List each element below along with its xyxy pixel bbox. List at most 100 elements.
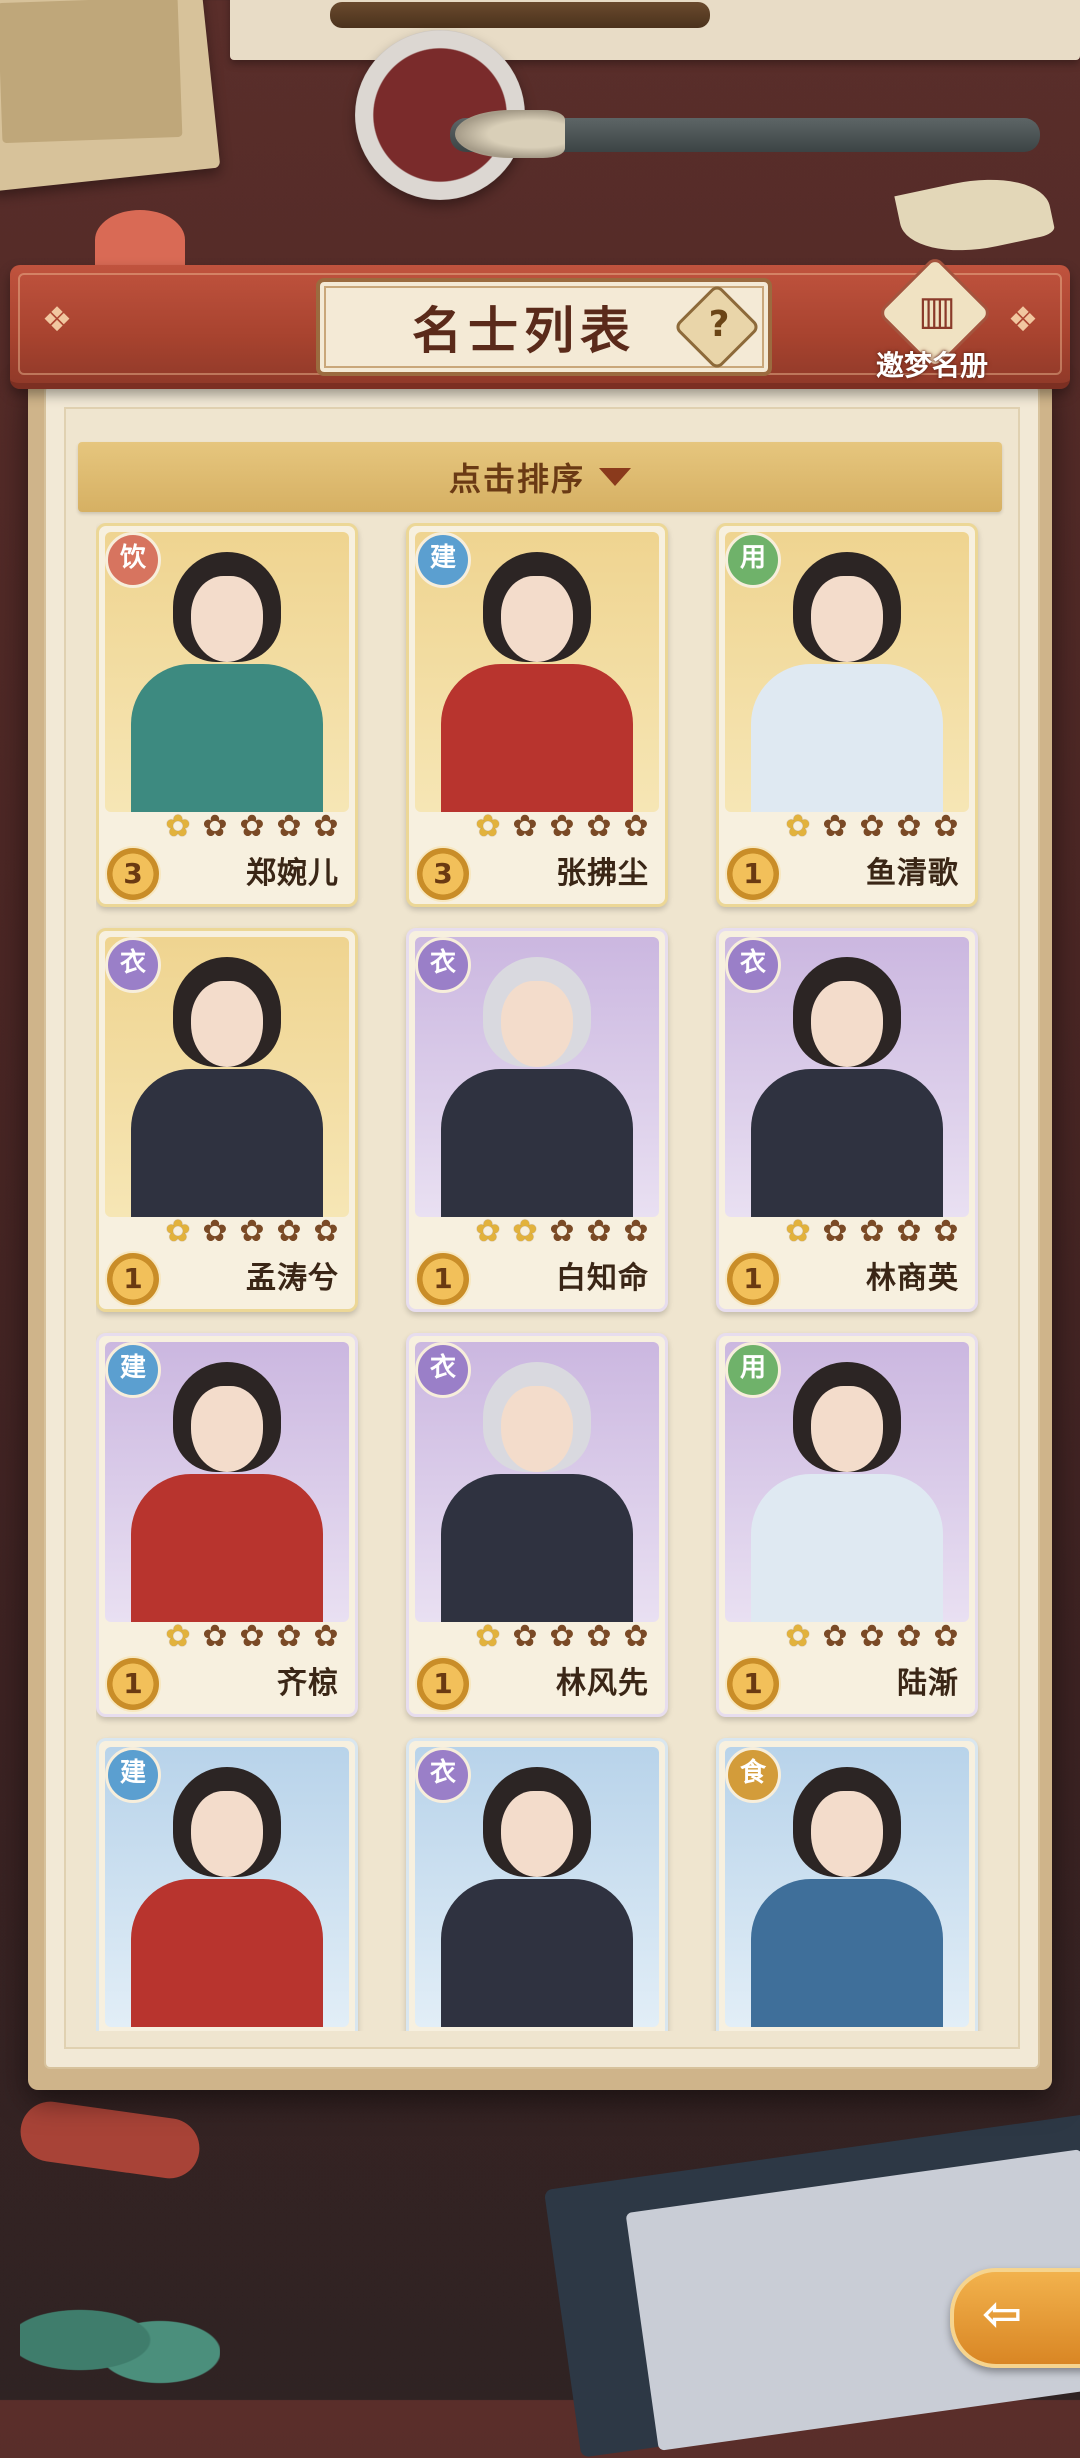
flower-star-icon: ✿	[475, 809, 501, 844]
star-rating: ✿ ✿ ✿ ✿ ✿	[161, 810, 343, 844]
flower-star-icon: ✿	[313, 1214, 339, 1249]
category-tag: 衣	[105, 937, 161, 993]
flower-star-icon: ✿	[165, 1619, 191, 1654]
flower-star-icon: ✿	[586, 809, 612, 844]
level-badge: 1	[415, 1656, 471, 1712]
star-rating: ✿ ✿ ✿ ✿ ✿	[471, 810, 653, 844]
character-card[interactable]: 食	[716, 1738, 978, 2031]
flower-star-icon: ✿	[549, 809, 575, 844]
category-tag: 用	[725, 532, 781, 588]
back-arrow-icon: ⇦	[982, 2286, 1023, 2342]
flower-star-icon: ✿	[549, 1214, 575, 1249]
character-card[interactable]: 饮 ✿ ✿ ✿ ✿ ✿ 3 郑婉儿	[96, 523, 358, 907]
star-rating: ✿ ✿ ✿ ✿ ✿	[471, 1620, 653, 1654]
character-card[interactable]: 衣 ✿ ✿ ✿ ✿ ✿ 1 孟涛兮	[96, 928, 358, 1312]
category-tag: 建	[105, 1342, 161, 1398]
character-name: 鱼清歌	[866, 856, 959, 891]
level-badge: 1	[105, 1656, 161, 1712]
character-grid: 饮 ✿ ✿ ✿ ✿ ✿ 3 郑婉儿建 ✿ ✿ ✿ ✿ ✿ 3 张拂尘用 ✿ ✿ ✿ ✿ ✿ 1 鱼清歌衣 ✿ ✿ ✿ ✿ ✿ 1 孟涛兮…	[96, 523, 984, 2031]
flower-star-icon: ✿	[933, 1214, 959, 1249]
flower-star-icon: ✿	[933, 809, 959, 844]
star-rating: ✿ ✿ ✿ ✿ ✿	[781, 1620, 963, 1654]
dream-book-button[interactable]: ▥ 邀梦名册	[872, 255, 993, 382]
character-card[interactable]: 衣 ✿ ✿ ✿ ✿ ✿ 1 白知命	[406, 928, 668, 1312]
flower-star-icon: ✿	[623, 1214, 649, 1249]
sort-button[interactable]: 点击排序	[78, 442, 1002, 512]
flower-star-icon: ✿	[512, 1214, 538, 1249]
character-name: 孟涛兮	[246, 1261, 339, 1296]
flower-star-icon: ✿	[623, 809, 649, 844]
flower-star-icon: ✿	[586, 1214, 612, 1249]
ornament-left-icon: ❖	[41, 300, 73, 340]
character-card[interactable]: 建	[96, 1738, 358, 2031]
flower-star-icon: ✿	[549, 1619, 575, 1654]
category-tag: 衣	[415, 1342, 471, 1398]
flower-star-icon: ✿	[896, 1214, 922, 1249]
help-icon: ?	[708, 303, 730, 345]
star-rating: ✿ ✿ ✿ ✿ ✿	[781, 1215, 963, 1249]
character-card[interactable]: 用 ✿ ✿ ✿ ✿ ✿ 1 陆渐	[716, 1333, 978, 1717]
level-badge: 3	[415, 846, 471, 902]
flower-star-icon: ✿	[276, 1619, 302, 1654]
category-tag: 建	[415, 532, 471, 588]
flower-star-icon: ✿	[896, 1619, 922, 1654]
character-name: 白知命	[556, 1261, 649, 1296]
category-tag: 衣	[415, 1747, 471, 1803]
star-rating: ✿ ✿ ✿ ✿ ✿	[161, 1620, 343, 1654]
desk-tassel	[894, 165, 1056, 265]
dream-book-label: 邀梦名册	[875, 349, 988, 382]
category-tag: 衣	[725, 937, 781, 993]
character-name: 陆渐	[897, 1666, 959, 1701]
flower-star-icon: ✿	[822, 1619, 848, 1654]
character-card[interactable]: 建 ✿ ✿ ✿ ✿ ✿ 1 齐椋	[96, 1333, 358, 1717]
back-button[interactable]: ⇦	[950, 2268, 1080, 2368]
sort-label: 点击排序	[448, 460, 585, 498]
flower-star-icon: ✿	[475, 1214, 501, 1249]
flower-star-icon: ✿	[512, 809, 538, 844]
level-badge: 1	[725, 846, 781, 902]
flower-star-icon: ✿	[202, 1214, 228, 1249]
flower-star-icon: ✿	[202, 1619, 228, 1654]
page-title: 名士列表	[412, 301, 636, 360]
flower-decoration	[95, 210, 185, 270]
character-name: 林商英	[866, 1261, 959, 1296]
star-rating: ✿ ✿ ✿ ✿ ✿	[471, 1215, 653, 1249]
character-name: 张拂尘	[556, 856, 649, 891]
leaves-decoration	[20, 2280, 220, 2400]
flower-star-icon: ✿	[475, 1619, 501, 1654]
desk-tassel-red	[16, 2097, 204, 2183]
caret-down-icon	[599, 468, 631, 486]
level-badge: 1	[415, 1251, 471, 1307]
character-card[interactable]: 用 ✿ ✿ ✿ ✿ ✿ 1 鱼清歌	[716, 523, 978, 907]
flower-star-icon: ✿	[276, 1214, 302, 1249]
category-tag: 建	[105, 1747, 161, 1803]
flower-star-icon: ✿	[896, 809, 922, 844]
category-tag: 用	[725, 1342, 781, 1398]
flower-star-icon: ✿	[785, 809, 811, 844]
flower-star-icon: ✿	[785, 1619, 811, 1654]
flower-star-icon: ✿	[276, 809, 302, 844]
ornament-right-icon: ❖	[1007, 300, 1039, 340]
flower-star-icon: ✿	[859, 809, 885, 844]
flower-star-icon: ✿	[313, 809, 339, 844]
character-name: 齐椋	[277, 1666, 339, 1701]
help-button[interactable]: ?	[673, 283, 761, 371]
flower-star-icon: ✿	[239, 1619, 265, 1654]
flower-star-icon: ✿	[239, 809, 265, 844]
star-rating: ✿ ✿ ✿ ✿ ✿	[781, 810, 963, 844]
brush-tip	[455, 110, 565, 158]
flower-star-icon: ✿	[239, 1214, 265, 1249]
flower-star-icon: ✿	[202, 809, 228, 844]
character-card[interactable]: 衣 ✿ ✿ ✿ ✿ ✿ 1 林商英	[716, 928, 978, 1312]
category-tag: 食	[725, 1747, 781, 1803]
character-card[interactable]: 建 ✿ ✿ ✿ ✿ ✿ 3 张拂尘	[406, 523, 668, 907]
character-name: 林风先	[556, 1666, 649, 1701]
flower-star-icon: ✿	[859, 1214, 885, 1249]
flower-star-icon: ✿	[313, 1619, 339, 1654]
character-name: 郑婉儿	[246, 856, 339, 891]
character-card[interactable]: 衣	[406, 1738, 668, 2031]
level-badge: 1	[105, 1251, 161, 1307]
level-badge: 3	[105, 846, 161, 902]
flower-star-icon: ✿	[859, 1619, 885, 1654]
character-card[interactable]: 衣 ✿ ✿ ✿ ✿ ✿ 1 林风先	[406, 1333, 668, 1717]
